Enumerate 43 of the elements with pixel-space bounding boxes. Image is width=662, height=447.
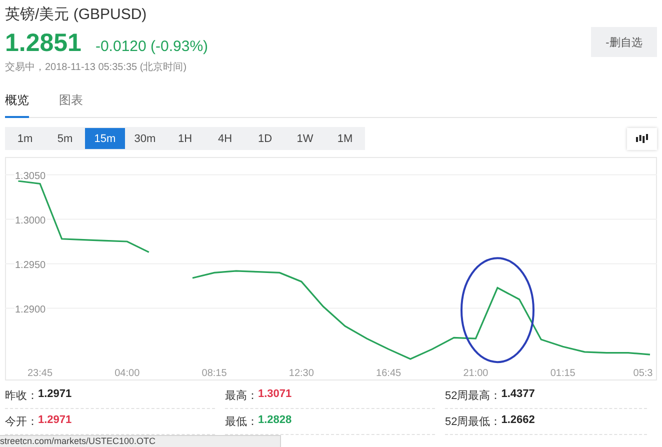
x-axis-label: 16:45 (376, 368, 402, 379)
y-axis-label: 1.3050 (15, 170, 46, 182)
tab[interactable]: 概览 (5, 88, 29, 118)
stat-value: 1.2662 (501, 414, 535, 428)
period-tab[interactable]: 1m (5, 128, 45, 149)
period-tab[interactable]: 30m (125, 128, 165, 149)
stat-label: 最低： (225, 415, 258, 429)
x-axis-label: 12:30 (288, 368, 314, 379)
stat-label: 今开： (5, 415, 38, 429)
stat-value: 1.2971 (38, 414, 72, 428)
x-axis-label: 08:15 (202, 368, 227, 379)
trading-status: 交易中，2018-11-13 05:35:35 (北京时间) (5, 60, 188, 74)
tab[interactable]: 图表 (59, 88, 83, 118)
period-tab[interactable]: 15m (85, 128, 125, 149)
stat-label: 52周最低： (445, 415, 502, 429)
period-tab[interactable]: 5m (45, 128, 85, 149)
period-tab[interactable]: 1W (285, 128, 325, 149)
period-tab[interactable]: 1D (245, 128, 285, 149)
candlestick-toggle[interactable] (627, 128, 657, 150)
candlestick-icon (636, 134, 648, 144)
period-tab[interactable]: 4H (205, 128, 245, 149)
stat-value: 1.3071 (258, 388, 292, 402)
price: 1.2851 (5, 29, 82, 57)
pair-title: 英镑/美元 (GBPUSD) (5, 5, 148, 25)
stat-value: 1.2971 (38, 388, 72, 402)
x-axis-label: 01:15 (550, 368, 576, 379)
stat-label: 最高： (225, 388, 258, 403)
period-tab[interactable]: 1M (325, 128, 365, 149)
stat-value: 1.4377 (501, 388, 535, 402)
period-tab[interactable]: 1H (165, 128, 205, 149)
x-axis-label: 04:00 (114, 368, 140, 379)
stat-value: 1.2828 (258, 414, 292, 428)
stat-label: 昨收： (5, 389, 38, 403)
y-axis-label: 1.2900 (15, 304, 46, 316)
x-axis-label: 05:3 (633, 368, 653, 379)
x-axis-label: 21:00 (463, 368, 488, 379)
remove-watchlist-button[interactable]: -删自选 (591, 27, 657, 57)
stat-label: 52周最高： (445, 388, 502, 403)
price-change: -0.0120 (-0.93%) (95, 38, 208, 55)
y-axis-label: 1.3000 (15, 215, 46, 226)
y-axis-label: 1.2950 (15, 260, 46, 271)
status-url: streetcn.com/markets/USTEC100.OTC (0, 435, 281, 447)
x-axis-label: 23:45 (27, 368, 53, 379)
